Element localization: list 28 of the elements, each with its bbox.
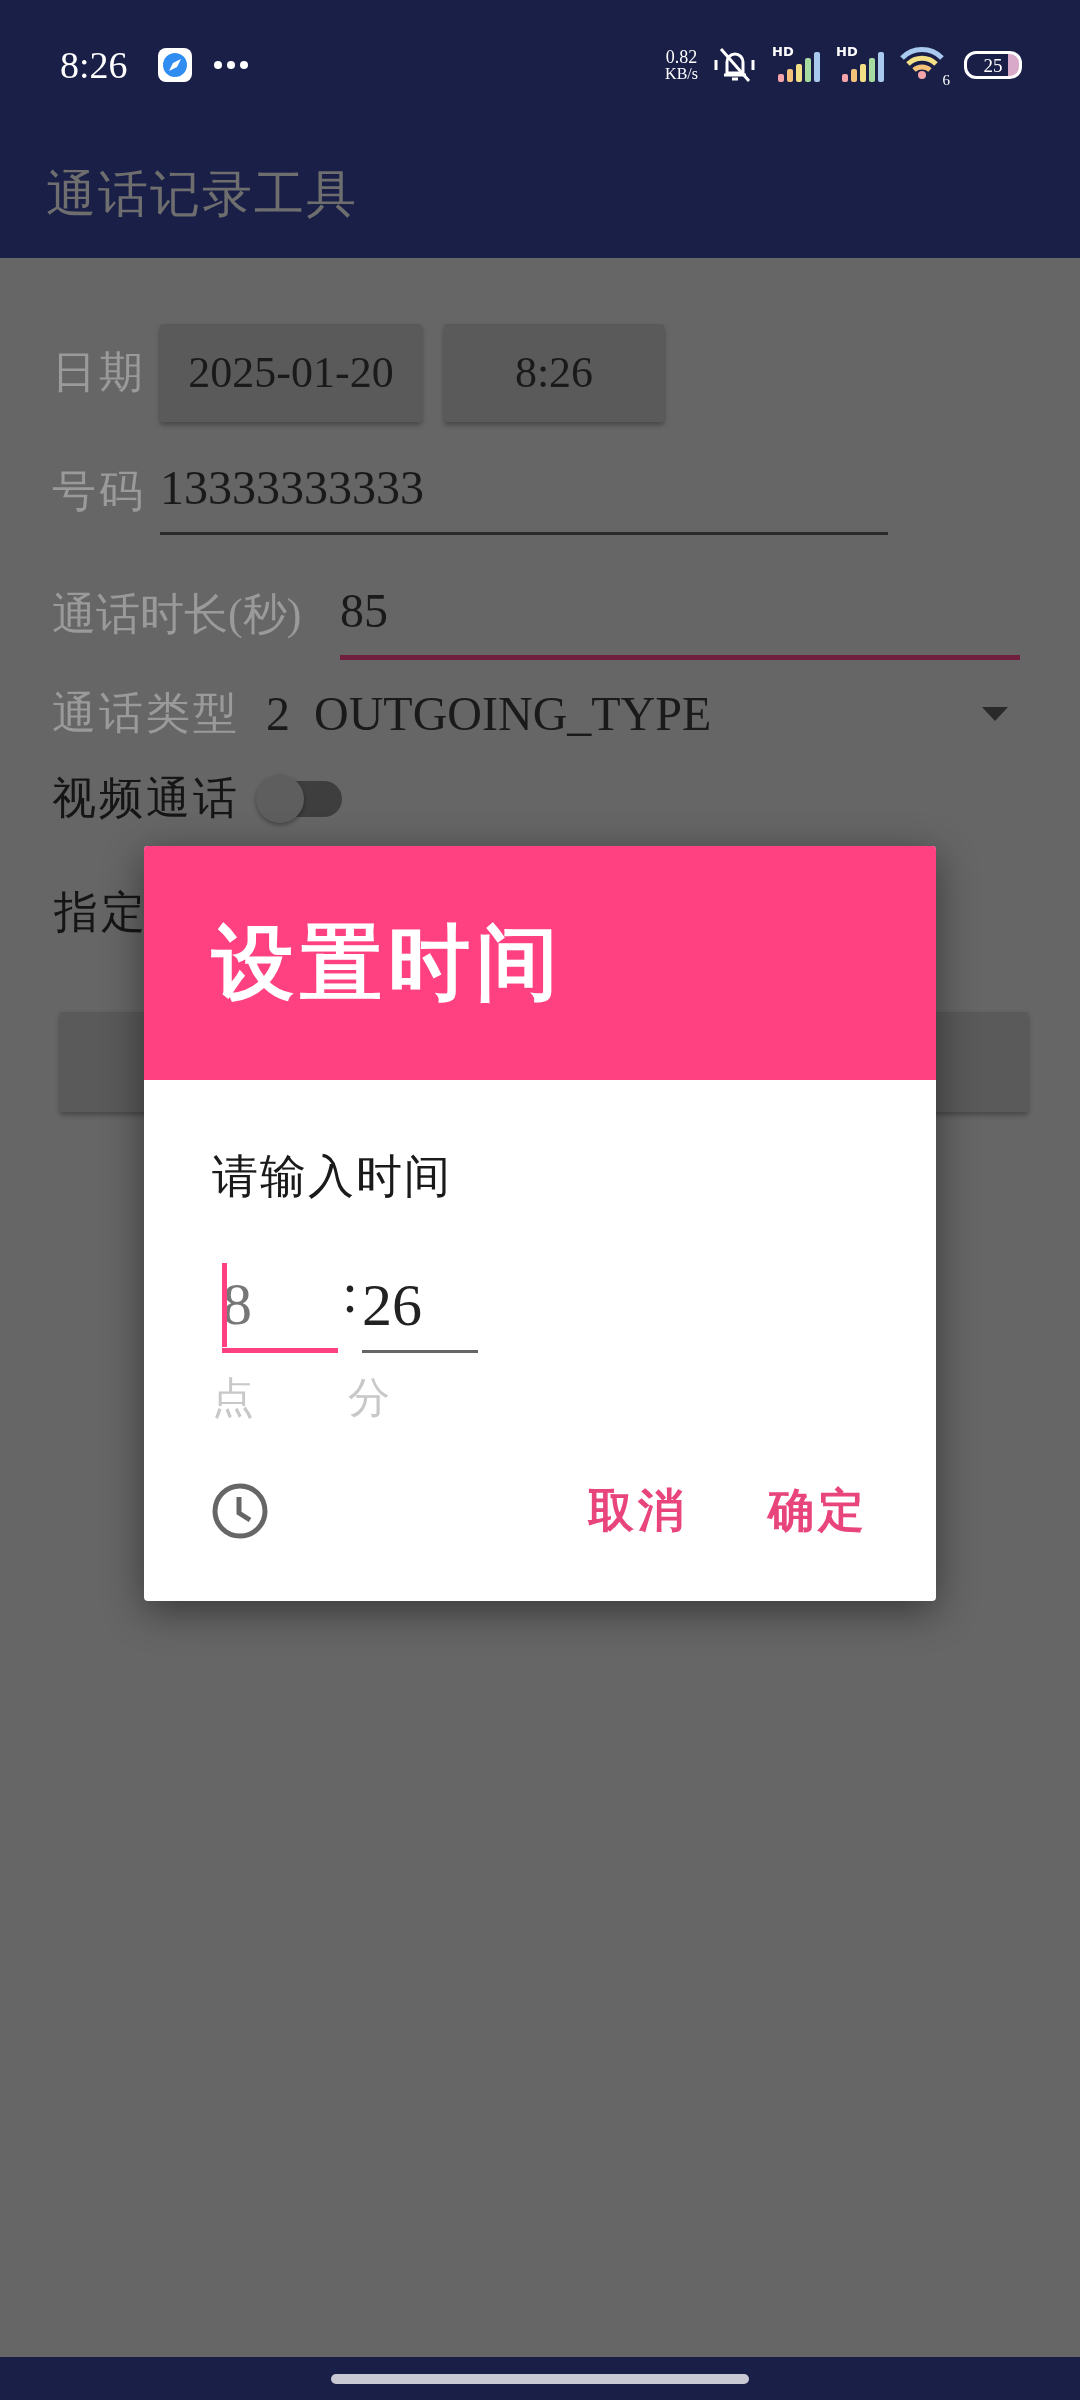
- wifi-icon: [900, 47, 944, 79]
- dropdown-arrow-icon[interactable]: [982, 707, 1008, 721]
- app-title: 通话记录工具: [46, 164, 358, 224]
- network-unit: KB/s: [665, 66, 698, 82]
- home-indicator[interactable]: [331, 2373, 749, 2384]
- status-time: 8:26: [60, 42, 128, 88]
- field-label: 指定: [54, 887, 149, 939]
- dialog-button[interactable]: 确定: [768, 1476, 868, 1545]
- signal-label: HD: [836, 43, 858, 61]
- time-separator: :: [341, 1261, 359, 1326]
- battery-icon: 25: [964, 51, 1022, 79]
- network-speed: 0.82: [665, 48, 698, 66]
- signal-label: HD: [772, 43, 794, 61]
- duration-field[interactable]: 85: [340, 575, 1020, 660]
- dialog-prompt: 请输入时间: [212, 1150, 453, 1204]
- date-button[interactable]: 2025-01-20: [160, 324, 422, 422]
- muted-bell-icon: [712, 45, 758, 85]
- field-label: 视频通话: [52, 773, 240, 825]
- call-type-dropdown[interactable]: 2 OUTGOING_TYPE: [266, 678, 712, 750]
- clock-icon[interactable]: [212, 1482, 268, 1539]
- more-icon: [213, 61, 248, 69]
- wifi-standard: 6: [942, 70, 950, 90]
- phone-number-field[interactable]: 13333333333: [160, 452, 888, 535]
- time-button[interactable]: 8:26: [444, 324, 664, 422]
- compass-app-icon: [157, 48, 192, 82]
- dialog-button[interactable]: 取消: [588, 1476, 688, 1545]
- minute-field[interactable]: 26: [362, 1261, 478, 1353]
- dialog-title: 设置时间: [212, 916, 564, 1011]
